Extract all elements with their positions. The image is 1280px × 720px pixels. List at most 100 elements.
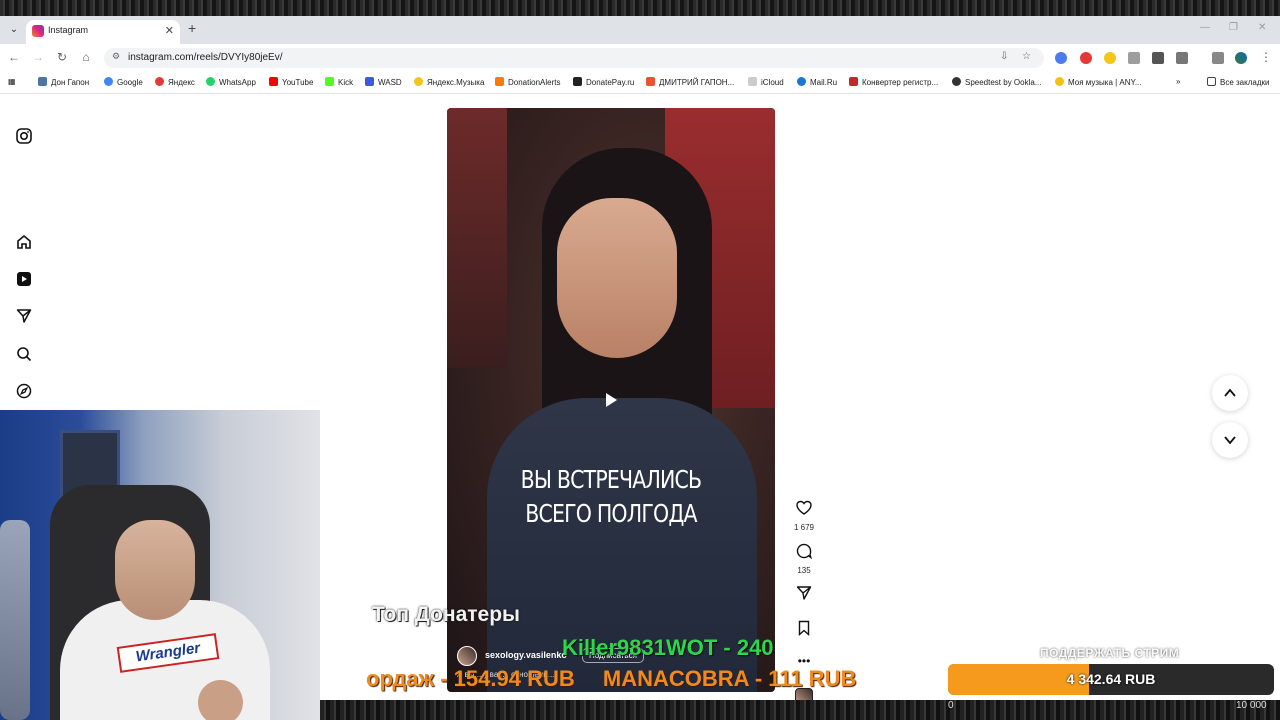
- like-button[interactable]: 1 679: [790, 500, 818, 532]
- extension-icon[interactable]: [1152, 52, 1164, 64]
- bookmark-item[interactable]: DonationAlerts: [495, 77, 560, 87]
- bookmark-item[interactable]: Google: [104, 77, 143, 87]
- home-icon[interactable]: [14, 232, 34, 252]
- extensions-puzzle-icon[interactable]: [1176, 52, 1188, 64]
- explore-icon[interactable]: [14, 381, 34, 401]
- direct-icon[interactable]: [14, 306, 34, 326]
- bookmark-item[interactable]: WhatsApp: [206, 77, 256, 87]
- comment-count: 135: [797, 566, 811, 575]
- bookmark-item[interactable]: iCloud: [748, 77, 784, 87]
- more-bookmarks-icon[interactable]: »: [1176, 77, 1180, 86]
- converter-icon: [849, 77, 858, 86]
- translate-extension-icon[interactable]: [1055, 52, 1067, 64]
- author-username[interactable]: sexology.vasilenko: [485, 650, 567, 660]
- bookmark-label: ДМИТРИЙ ГАПОН...: [659, 78, 735, 87]
- window-close-icon[interactable]: ✕: [1258, 22, 1266, 33]
- bookmark-label: DonationAlerts: [508, 78, 561, 87]
- media-control-icon[interactable]: [1212, 52, 1224, 64]
- ticker-entry: ордаж - 154.94 RUB: [366, 666, 575, 691]
- share-button[interactable]: [790, 585, 818, 606]
- bookmark-item[interactable]: Моя музыка | ANY...: [1055, 77, 1142, 87]
- search-icon[interactable]: [14, 344, 34, 364]
- all-bookmarks-label: Все закладки: [1220, 78, 1270, 87]
- icloud-icon: [748, 77, 757, 86]
- bookmark-label: Моя музыка | ANY...: [1068, 78, 1142, 87]
- adblock-extension-icon[interactable]: [1080, 52, 1092, 64]
- profile-avatar[interactable]: [1235, 52, 1247, 64]
- bookmark-label: YouTube: [282, 78, 314, 87]
- bookmark-item[interactable]: YouTube: [269, 77, 313, 87]
- forward-icon[interactable]: →: [30, 50, 46, 64]
- bookmarks-bar: ▦ Дон Гапон Google Яндекс WhatsApp YouTu…: [0, 72, 1280, 94]
- tab-instagram[interactable]: Instagram ✕: [26, 20, 180, 44]
- install-app-icon[interactable]: ⇩: [1000, 51, 1008, 62]
- donatepay-icon: [573, 77, 582, 86]
- address-bar[interactable]: ⚙ instagram.com/reels/DVYIy80jeEv/ ⇩ ☆: [104, 48, 1044, 68]
- bookmark-item[interactable]: Яндекс.Музыка: [414, 77, 484, 87]
- goal-min-label: 0: [948, 700, 954, 711]
- reels-icon[interactable]: [14, 269, 34, 289]
- site-info-icon[interactable]: ⚙: [112, 51, 120, 62]
- donation-ticker: ордаж - 154.94 RUB MANACOBRA - 111 RUB: [366, 666, 906, 694]
- wasd-icon: [365, 77, 374, 86]
- bookmark-item[interactable]: Mail.Ru: [797, 77, 837, 87]
- tab-close-icon[interactable]: ✕: [165, 24, 174, 37]
- save-button[interactable]: [790, 620, 818, 641]
- speedtest-icon: [952, 77, 961, 86]
- comment-icon: [796, 543, 813, 560]
- tab-title: Instagram: [48, 25, 89, 35]
- apps-grid-icon[interactable]: ▦: [8, 77, 16, 86]
- author-avatar[interactable]: [457, 646, 477, 666]
- back-icon[interactable]: ←: [6, 50, 22, 64]
- comment-button[interactable]: 135: [790, 543, 818, 575]
- bookmark-label: DonatePay.ru: [586, 78, 635, 87]
- bookmark-item[interactable]: ДМИТРИЙ ГАПОН...: [646, 77, 734, 87]
- youtube-icon: [269, 77, 278, 86]
- bookmark-item[interactable]: DonatePay.ru: [573, 77, 634, 87]
- tab-search-button[interactable]: ⌄: [6, 22, 22, 38]
- instagram-icon[interactable]: [14, 126, 34, 146]
- bookmark-item[interactable]: Яндекс: [155, 77, 195, 87]
- webcam-guitar: [0, 520, 30, 720]
- browser-menu-icon[interactable]: ⋮: [1258, 50, 1274, 64]
- bookmark-item[interactable]: WASD: [365, 77, 402, 87]
- all-bookmarks-folder[interactable]: Все закладки: [1207, 77, 1269, 87]
- minimize-icon[interactable]: —: [1200, 22, 1210, 33]
- new-tab-icon[interactable]: +: [188, 20, 196, 36]
- caption-line: ВЫ ВСТРЕЧАЛИСЬ: [520, 465, 702, 494]
- goal-amount: 4 342.64 RUB: [1066, 671, 1156, 687]
- chevron-up-icon: [1224, 388, 1236, 397]
- bookmark-label: Kick: [338, 78, 354, 87]
- streamer-hand: [198, 680, 243, 720]
- mailru-icon: [797, 77, 806, 86]
- extension-icon[interactable]: [1104, 52, 1116, 64]
- next-reel-button[interactable]: [1212, 422, 1248, 458]
- maximize-icon[interactable]: ❐: [1229, 22, 1238, 33]
- background-panel: [447, 108, 507, 368]
- ticker-entry: MANACOBRA - 111 RUB: [602, 666, 857, 691]
- reload-icon[interactable]: ↻: [54, 50, 70, 64]
- bookmark-item[interactable]: Конвертер регистр...: [849, 77, 938, 87]
- chevron-down-icon: [1224, 436, 1236, 445]
- bookmark-item[interactable]: Kick: [325, 77, 353, 87]
- vk-icon: [38, 77, 47, 86]
- bookmark-item[interactable]: Дон Гапон: [38, 77, 89, 87]
- donation-goal-bar: 4 342.64 RUB: [948, 664, 1274, 695]
- bookmark-label: Google: [117, 78, 143, 87]
- dmitry-gapon-icon: [646, 77, 655, 86]
- instagram-favicon-icon: [32, 25, 44, 37]
- url-text: instagram.com/reels/DVYIy80jeEv/: [128, 52, 283, 63]
- folder-icon: [1207, 77, 1216, 86]
- extension-icon[interactable]: [1128, 52, 1140, 64]
- share-icon: [796, 586, 812, 600]
- play-icon[interactable]: [602, 391, 620, 409]
- bookmark-item[interactable]: Speedtest by Ookla...: [952, 77, 1042, 87]
- yandex-music-icon: [414, 77, 423, 86]
- browser-toolbar: ← → ↻ ⌂ ⚙ instagram.com/reels/DVYIy80jeE…: [0, 44, 1280, 72]
- bookmark-star-icon[interactable]: ☆: [1022, 51, 1031, 62]
- bookmark-label: Speedtest by Ookla...: [965, 78, 1042, 87]
- home-button-icon[interactable]: ⌂: [78, 50, 94, 64]
- heart-icon: [796, 500, 812, 515]
- bookmark-label: Mail.Ru: [810, 78, 838, 87]
- previous-reel-button[interactable]: [1212, 375, 1248, 411]
